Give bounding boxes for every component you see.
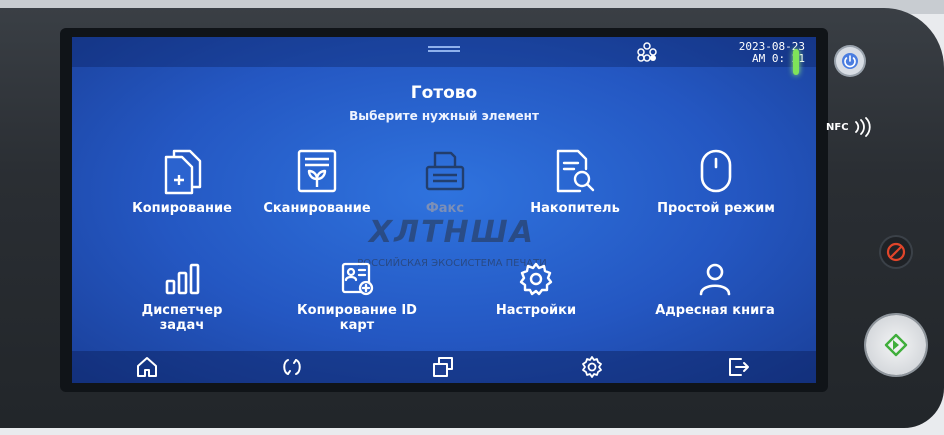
drag-handle[interactable] [428, 46, 460, 52]
watermark-logo: ХЛТНША [369, 215, 535, 250]
fax-icon [425, 151, 465, 191]
nfc-waves-icon [855, 117, 871, 137]
copy-icon [164, 149, 202, 195]
tile-storage-label: Накопитель [530, 201, 620, 216]
tile-fax[interactable]: Факс [390, 147, 500, 216]
nfc-label: NFC [826, 122, 849, 133]
tile-storage[interactable]: Накопитель [520, 147, 630, 216]
person-icon [699, 263, 731, 296]
power-icon [842, 53, 858, 69]
tile-settings[interactable]: Настройки [476, 261, 596, 318]
tile-job-manager-label: Диспетчер задач [141, 303, 223, 333]
storage-search-icon [556, 149, 595, 193]
status-bar: 2023-08-23 AM 0: 21 [72, 37, 816, 67]
scan-icon [297, 149, 337, 193]
tile-scan-label: Сканирование [263, 201, 371, 216]
logout-icon[interactable] [727, 356, 751, 378]
network-icon[interactable] [636, 42, 658, 62]
settings-gear-icon[interactable] [580, 356, 604, 378]
tile-job-manager[interactable]: Диспетчер задач [127, 261, 237, 333]
refresh-icon[interactable] [280, 356, 304, 378]
tile-copy[interactable]: Копирование [122, 147, 242, 216]
touch-screen: 2023-08-23 AM 0: 21 Готово Выберите нужн… [72, 37, 816, 383]
windows-icon[interactable] [431, 356, 455, 378]
start-icon [884, 333, 908, 357]
page-title: Готово [410, 83, 478, 103]
tile-simple-mode[interactable]: Простой режим [644, 147, 788, 216]
gear-icon [519, 262, 553, 296]
datetime: 2023-08-23 AM 0: 21 [670, 41, 805, 65]
power-button[interactable] [836, 47, 864, 75]
home-icon[interactable] [135, 356, 159, 378]
status-led [793, 49, 799, 75]
tile-scan[interactable]: Сканирование [252, 147, 382, 216]
tile-id-copy-label: Копирование ID карт [297, 303, 417, 333]
tile-settings-label: Настройки [495, 303, 577, 318]
nfc-reader[interactable]: NFC [826, 116, 874, 138]
tile-simple-mode-label: Простой режим [657, 201, 775, 216]
tile-copy-label: Копирование [132, 201, 232, 216]
stop-button[interactable] [881, 237, 911, 267]
tile-fax-label: Факс [425, 201, 465, 216]
start-button[interactable] [866, 315, 926, 375]
stop-icon [886, 242, 906, 262]
tile-address-book[interactable]: Адресная книга [650, 261, 780, 318]
mouse-icon [700, 149, 732, 193]
time-text: AM 0: 21 [752, 52, 805, 65]
bottom-nav [72, 351, 816, 383]
tile-id-copy[interactable]: Копирование ID карт [287, 261, 427, 333]
id-card-icon [341, 262, 374, 296]
page-subtitle: Выберите нужный элемент [349, 109, 539, 123]
bar-chart-icon [165, 263, 200, 295]
tile-address-book-label: Адресная книга [655, 303, 775, 318]
